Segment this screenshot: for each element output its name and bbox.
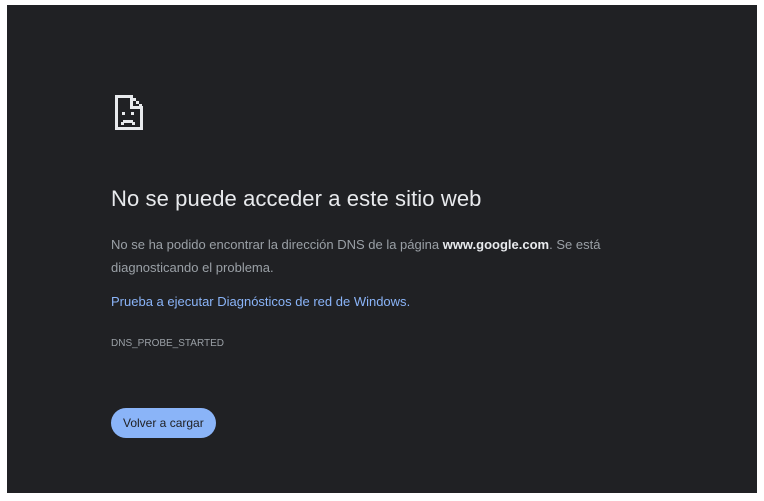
error-code: DNS_PROBE_STARTED xyxy=(111,338,224,349)
error-content: No se puede acceder a este sitio web No … xyxy=(111,89,691,438)
network-diagnostics-link[interactable]: ejecutar Diagnósticos de red de Windows xyxy=(167,294,406,309)
description-text-before: No se ha podido encontrar la dirección D… xyxy=(111,237,443,252)
suggestion-prefix: Prueba a xyxy=(111,294,168,309)
suggestion-suffix: . xyxy=(406,294,411,309)
error-description: No se ha podido encontrar la dirección D… xyxy=(111,233,691,279)
error-hostname: www.google.com xyxy=(442,237,550,252)
suggestion: Prueba a ejecutar Diagnósticos de red de… xyxy=(111,294,410,309)
sad-page-icon xyxy=(115,95,143,130)
reload-button[interactable]: Volver a cargar xyxy=(111,408,216,438)
error-title: No se puede acceder a este sitio web xyxy=(111,186,482,211)
error-page: No se puede acceder a este sitio web No … xyxy=(7,5,757,493)
